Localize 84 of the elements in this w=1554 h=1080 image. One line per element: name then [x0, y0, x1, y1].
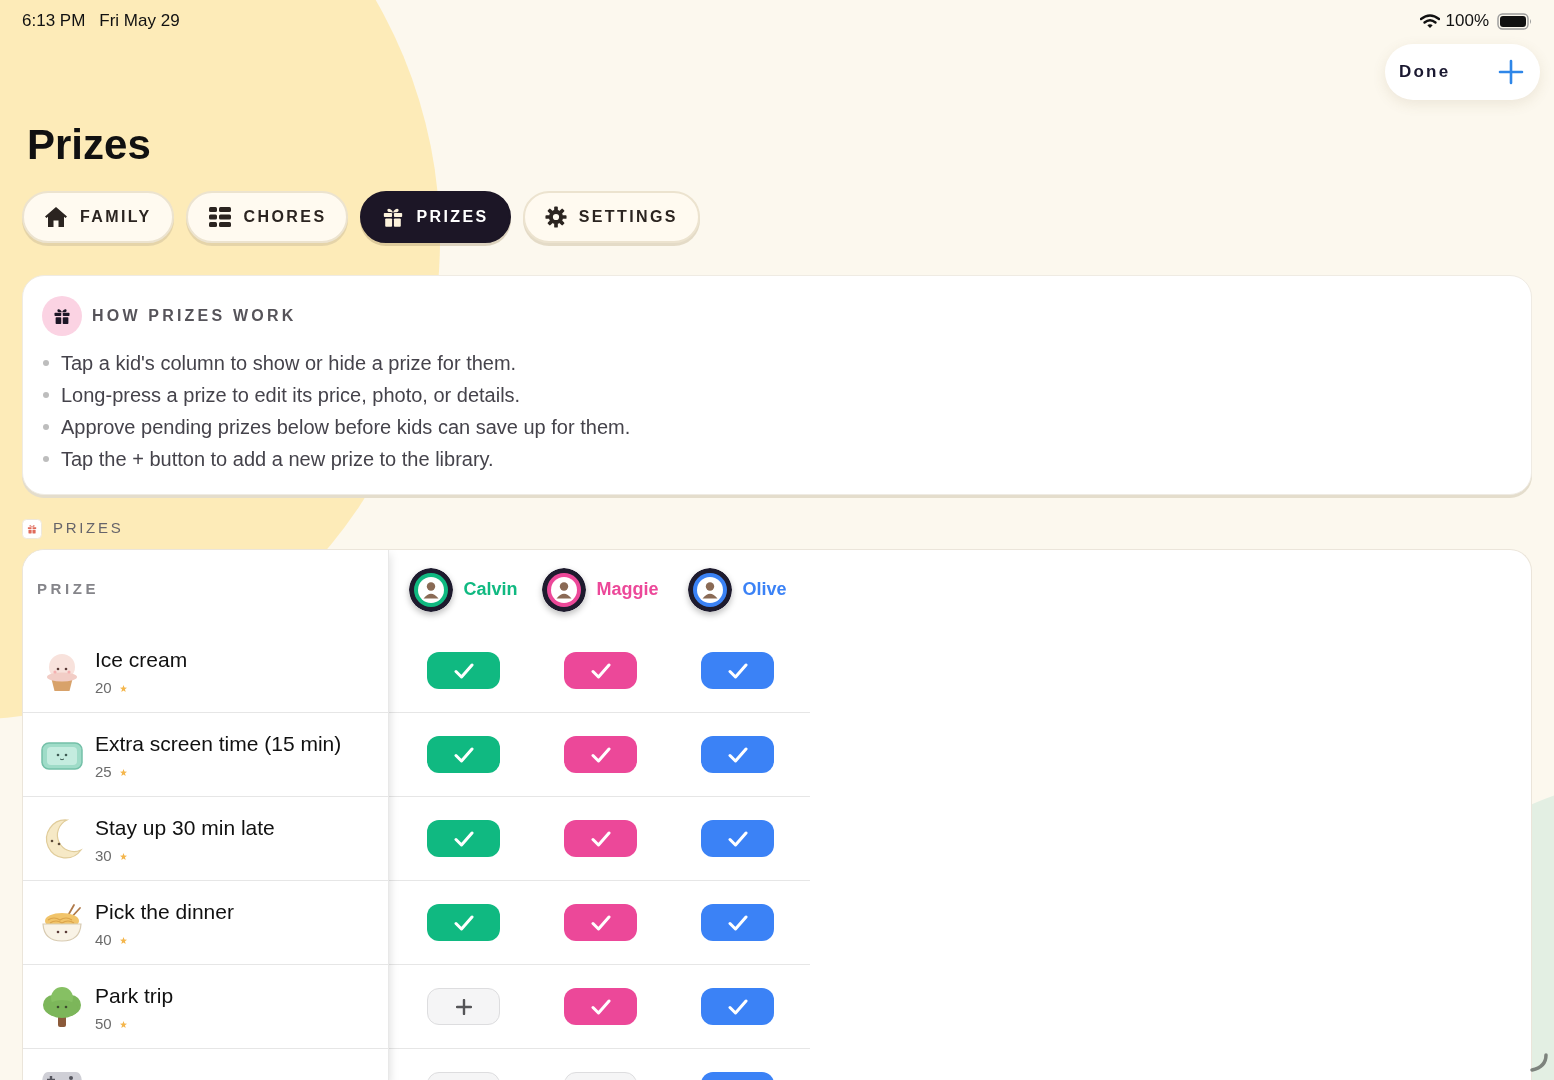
avatar-icon: [542, 567, 587, 612]
bullet-icon: [43, 360, 49, 366]
settings-icon: [544, 206, 567, 228]
kid-name: Calvin: [463, 578, 518, 601]
info-text: Tap a kid's column to show or hide a prize for them.: [61, 351, 517, 376]
tab[interactable]: PRIZES: [360, 191, 511, 243]
done-button[interactable]: Done: [1399, 59, 1451, 85]
star-icon: [119, 1020, 127, 1028]
prize-name: Pick the dinner: [95, 899, 234, 925]
toggle-button[interactable]: [701, 988, 774, 1025]
check-icon: [590, 662, 611, 679]
plus-icon: [455, 998, 472, 1015]
toggle-button[interactable]: [564, 652, 637, 689]
house-icon: [44, 205, 68, 229]
section-label: PRIZES: [53, 518, 124, 539]
bullet-icon: [43, 392, 49, 398]
prize-price: 20: [95, 678, 112, 698]
toggle-button[interactable]: [427, 736, 500, 773]
plus-icon: [1498, 59, 1524, 85]
avatar-icon: [688, 567, 733, 612]
battery-icon: [1497, 12, 1533, 30]
toggle-button[interactable]: [564, 736, 637, 773]
gift-icon: [42, 296, 82, 336]
star-icon: [119, 684, 127, 692]
kid-name: Olive: [742, 578, 787, 601]
prize-name: Stay up 30 min late: [95, 815, 275, 841]
check-icon: [590, 998, 611, 1015]
star-icon: [119, 768, 127, 776]
toggle-button[interactable]: [427, 988, 500, 1025]
bullet-icon: [43, 424, 49, 430]
star-icon: [119, 852, 127, 860]
prize-price: 25: [95, 762, 112, 782]
prize-price: 40: [95, 930, 112, 950]
status-date: Fri May 29: [99, 10, 180, 33]
status-time: 6:13 PM: [22, 10, 86, 33]
wifi-icon: [1419, 13, 1440, 29]
toggle-button[interactable]: [701, 736, 774, 773]
prize-name: Ice cream: [95, 647, 188, 673]
check-icon: [453, 662, 474, 679]
info-text: Tap the + button to add a new prize to the library.: [61, 447, 494, 472]
tab[interactable]: FAMILY: [22, 191, 174, 243]
info-text: Approve pending prizes below before kids can save up for them.: [61, 415, 631, 440]
toggle-button[interactable]: [701, 820, 774, 857]
list-icon: [207, 206, 232, 228]
check-icon: [453, 830, 474, 847]
tree-icon: [40, 985, 84, 1029]
check-icon: [590, 830, 611, 847]
check-icon: [590, 746, 611, 763]
battery-level: 100%: [1445, 10, 1489, 33]
add-button[interactable]: [1498, 59, 1524, 85]
check-icon: [590, 914, 611, 931]
tab[interactable]: CHORES: [185, 191, 349, 243]
bullet-icon: [43, 456, 49, 462]
prize-price: 50: [95, 1014, 112, 1034]
check-icon: [727, 830, 748, 847]
check-icon: [453, 746, 474, 763]
column-header: PRIZE: [37, 579, 100, 600]
check-icon: [727, 746, 748, 763]
card-title: HOW PRIZES WORK: [92, 306, 297, 326]
gift-icon: [382, 206, 405, 228]
toggle-button[interactable]: [564, 904, 637, 941]
toggle-button[interactable]: [427, 820, 500, 857]
tab[interactable]: SETTINGS: [522, 191, 700, 243]
star-icon: [119, 936, 127, 944]
check-icon: [727, 662, 748, 679]
toggle-button[interactable]: [564, 820, 637, 857]
toggle-button[interactable]: [701, 652, 774, 689]
kid-name: Maggie: [596, 578, 659, 601]
toggle-button[interactable]: [427, 904, 500, 941]
check-icon: [727, 914, 748, 931]
noodle-bowl-icon: [40, 901, 84, 945]
gift-icon: [22, 518, 42, 539]
prize-name: Extra screen time (15 min): [95, 731, 342, 757]
check-icon: [453, 914, 474, 931]
prize-name: Park trip: [95, 983, 174, 1009]
toggle-button[interactable]: [701, 904, 774, 941]
arc-icon: [1529, 1053, 1549, 1073]
toggle-button[interactable]: [564, 988, 637, 1025]
page-title: Prizes: [27, 121, 151, 169]
prize-price: 30: [95, 846, 112, 866]
check-icon: [727, 998, 748, 1015]
info-text: Long-press a prize to edit its price, photo, or details.: [61, 383, 521, 408]
toggle-button[interactable]: [427, 652, 500, 689]
avatar-icon: [409, 567, 454, 612]
